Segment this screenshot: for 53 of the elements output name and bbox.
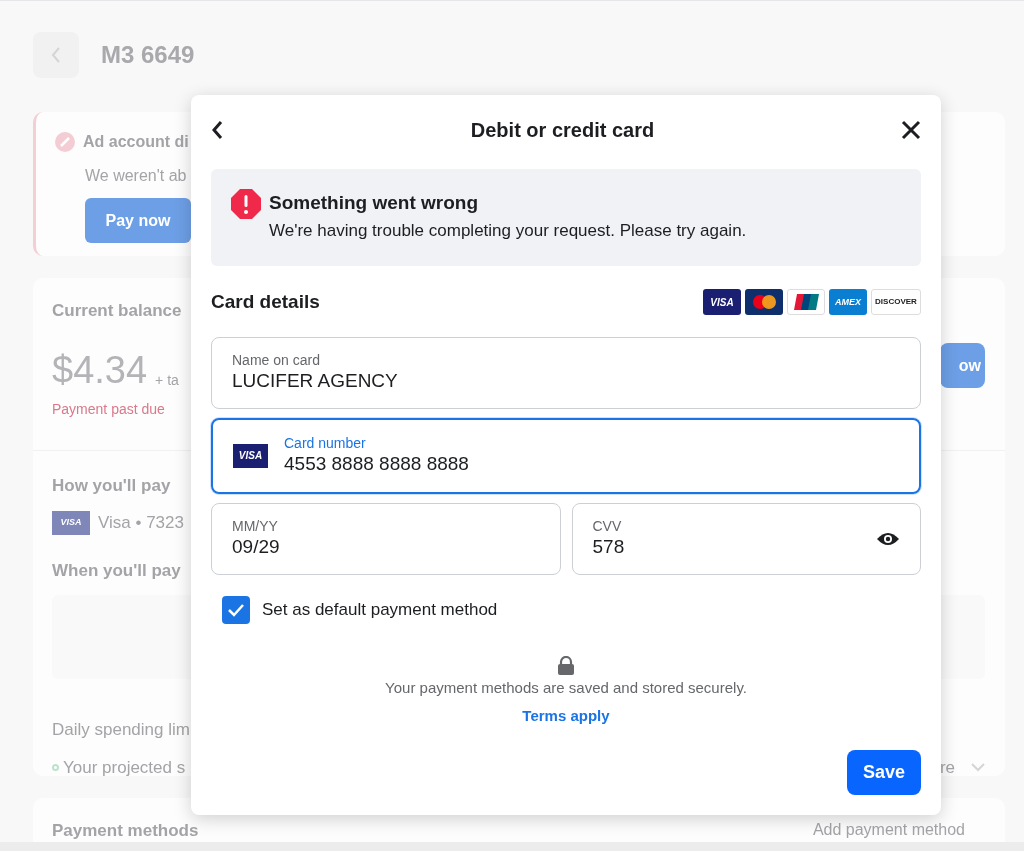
visa-logo: VISA	[52, 510, 90, 535]
tax-note: + ta	[155, 370, 179, 390]
discover-logo: DISCOVER	[871, 289, 921, 316]
amex-logo: AMEX	[829, 289, 867, 316]
back-icon[interactable]	[211, 120, 224, 140]
field-value: 09/29	[232, 534, 281, 559]
circles-icon	[750, 294, 778, 311]
field-value: LUCIFER AGENCY	[232, 368, 399, 393]
projected-text: Your projected s	[63, 756, 186, 779]
balance-title: Current balance	[52, 300, 182, 322]
field-value: 4553 8888 8888 8888	[284, 451, 470, 476]
terms-link[interactable]: Terms apply	[522, 705, 610, 728]
field-label: Name on card	[232, 351, 321, 369]
eye-icon[interactable]	[876, 530, 900, 547]
chevron-down-icon	[971, 762, 985, 772]
section-title: Card details	[211, 290, 320, 314]
back-icon	[51, 46, 61, 64]
card-text: Visa • 7323	[98, 512, 184, 534]
page-title: M3 6649	[101, 40, 195, 70]
section-title: When you'll pay	[52, 559, 182, 582]
error-title: Something went wrong	[269, 191, 479, 215]
payment-status: Payment past due	[52, 399, 166, 419]
security-note: Your payment methods are saved and stored securely.	[385, 677, 747, 698]
visa-logo: VISA	[233, 443, 268, 468]
close-icon[interactable]	[901, 120, 921, 140]
blocked-icon	[55, 132, 75, 152]
dialog-title: Debit or credit card	[470, 118, 655, 143]
pay-now-button[interactable]: ow	[940, 343, 985, 388]
balance-amount: $4.34	[52, 347, 148, 393]
input-field[interactable]: MM/YY 09/29	[211, 502, 561, 575]
checkbox[interactable]	[222, 595, 250, 624]
stripes-icon	[793, 294, 819, 311]
pay-now-button[interactable]: Pay now	[85, 198, 191, 243]
field-label: CVV	[592, 517, 623, 535]
input-field[interactable]: VISA Card number 4553 8888 8888 8888	[211, 417, 921, 494]
field-label: Card number	[284, 434, 367, 452]
input-field[interactable]: CVV 578	[571, 502, 921, 575]
input-field[interactable]: Name on card LUCIFER AGENCY	[211, 336, 921, 409]
field-value: 578	[592, 534, 626, 559]
visa-logo: VISA	[703, 289, 741, 316]
error-message: We're having trouble completing your request. Please try again.	[269, 219, 747, 242]
status-dot	[52, 763, 59, 771]
alert-text: We weren't ab	[85, 166, 188, 186]
section-title: Payment methods	[52, 820, 199, 842]
alert-title: Ad account di	[83, 132, 189, 152]
save-button[interactable]: Save	[847, 750, 921, 795]
add-payment-method-button[interactable]: Add payment method	[812, 818, 965, 851]
field-label: MM/YY	[232, 517, 279, 535]
error-icon	[231, 189, 261, 219]
see-more-link[interactable]: re	[939, 754, 955, 780]
lock-icon	[557, 655, 575, 675]
checkbox-label: Set as default payment method	[262, 598, 498, 621]
section-title: How you'll pay	[52, 474, 172, 497]
